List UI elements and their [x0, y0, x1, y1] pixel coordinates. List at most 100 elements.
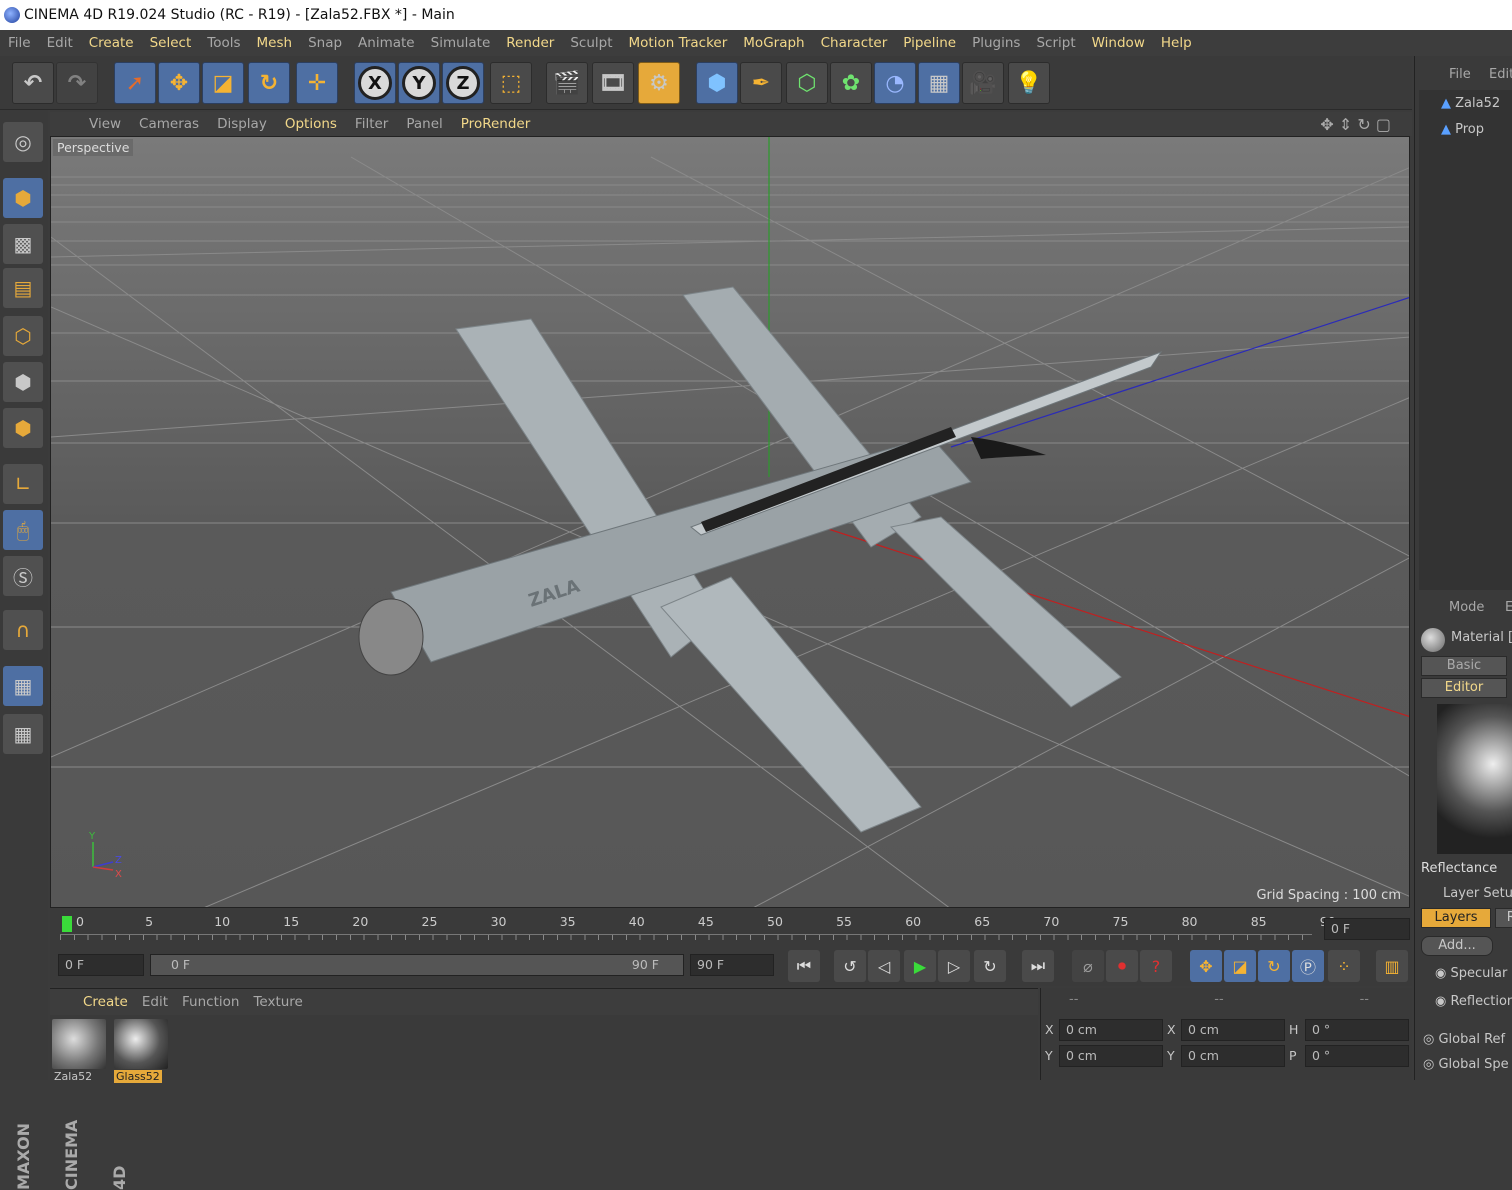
cloner-icon[interactable]: ✿ [830, 62, 872, 104]
redo-icon[interactable]: ↷ [56, 62, 98, 104]
tab-re[interactable]: Re [1495, 908, 1512, 928]
menu-render[interactable]: Render [498, 35, 562, 51]
keyframe-selection-icon[interactable]: ? [1140, 950, 1172, 982]
next-frame-icon[interactable]: ▷ [938, 950, 970, 982]
menu-mograph[interactable]: MoGraph [735, 35, 812, 51]
menu-tools[interactable]: Tools [199, 35, 248, 51]
points-mode-icon[interactable]: ⬡ [3, 316, 43, 356]
solo-mode-icon[interactable]: Ⓢ [3, 556, 43, 596]
tab-editor[interactable]: Editor [1421, 678, 1507, 698]
move-tool-icon[interactable]: ✥ [158, 62, 200, 104]
radio-icon[interactable]: ◎ [1423, 1032, 1434, 1047]
position-y-field[interactable]: 0 cm [1059, 1045, 1163, 1067]
attr-menu-e[interactable]: E [1505, 600, 1512, 615]
axis-mode-icon[interactable]: ∟ [3, 464, 43, 504]
edges-mode-icon[interactable]: ⬢ [3, 362, 43, 402]
menu-help[interactable]: Help [1153, 35, 1200, 51]
play-icon[interactable]: ▶ [904, 950, 936, 982]
object-row-zala52[interactable]: ▲ Zala52 [1441, 96, 1500, 111]
vp-menu-cameras[interactable]: Cameras [130, 116, 208, 132]
timeline-ruler[interactable]: 051015202530354045505560657075808590 0 F [50, 910, 1412, 946]
material-swatch-glass52[interactable]: Glass52 [114, 1019, 168, 1083]
workplane-mode-icon[interactable]: ▤ [3, 268, 43, 308]
tab-layers[interactable]: Layers [1421, 908, 1491, 928]
floor-object-icon[interactable]: ▦ [918, 62, 960, 104]
tweak-mode-icon[interactable]: 🖱 [3, 510, 43, 550]
make-editable-icon[interactable]: ◎ [3, 122, 43, 162]
vp-menu-options[interactable]: Options [276, 116, 346, 132]
z-axis-lock-icon[interactable]: Z [446, 66, 480, 100]
timeline-window-icon[interactable]: ▥ [1376, 950, 1408, 982]
global-reflection-row[interactable]: ◎ Global Ref [1423, 1032, 1505, 1047]
vp-menu-prorender[interactable]: ProRender [452, 116, 539, 132]
menu-mesh[interactable]: Mesh [249, 35, 301, 51]
menu-window[interactable]: Window [1084, 35, 1153, 51]
snap-magnet-icon[interactable]: ∩ [3, 610, 43, 650]
mat-menu-function[interactable]: Function [175, 994, 246, 1010]
global-specular-row[interactable]: ◎ Global Spe [1423, 1057, 1509, 1072]
record-active-icon[interactable]: ⌀ [1072, 950, 1104, 982]
undo-icon[interactable]: ↶ [12, 62, 54, 104]
menu-plugins[interactable]: Plugins [964, 35, 1028, 51]
y-axis-lock-icon[interactable]: Y [402, 66, 436, 100]
texture-mode-icon[interactable]: ▩ [3, 224, 43, 264]
current-frame-marker[interactable] [62, 916, 72, 932]
position-x-field[interactable]: 0 cm [1059, 1019, 1163, 1041]
menu-snap[interactable]: Snap [300, 35, 350, 51]
autokey-icon[interactable]: ⏺ [1106, 950, 1138, 982]
visibility-eye-icon[interactable]: ◉ [1435, 966, 1446, 981]
scale-tool-icon[interactable]: ◪ [202, 62, 244, 104]
polygons-mode-icon[interactable]: ⬢ [3, 408, 43, 448]
mat-menu-texture[interactable]: Texture [246, 994, 309, 1010]
key-pla-icon[interactable]: ⁘ [1328, 950, 1360, 982]
render-view-icon[interactable]: 🎬 [546, 62, 588, 104]
render-settings-icon[interactable]: ⚙ [638, 62, 680, 104]
layer-row-reflection[interactable]: ◉ Reflection [1435, 994, 1512, 1009]
mat-menu-edit[interactable]: Edit [135, 994, 175, 1010]
menu-edit[interactable]: Edit [39, 35, 81, 51]
light-icon[interactable]: 💡 [1008, 62, 1050, 104]
workplane-lock-icon[interactable]: ▦ [3, 666, 43, 706]
menu-motion-tracker[interactable]: Motion Tracker [621, 35, 736, 51]
menu-file[interactable]: File [0, 35, 39, 51]
vp-menu-panel[interactable]: Panel [397, 116, 451, 132]
workplane-align-icon[interactable]: ▦ [3, 714, 43, 754]
om-menu-edit[interactable]: Edit [1489, 67, 1512, 82]
layer-row-specular[interactable]: ◉ Specular [1435, 966, 1507, 981]
rotation-h-field[interactable]: 0 ° [1305, 1019, 1409, 1041]
go-to-end-icon[interactable]: ⏭ [1022, 950, 1054, 982]
size-x-field[interactable]: 0 cm [1181, 1019, 1285, 1041]
subdivision-surface-icon[interactable]: ⬡ [786, 62, 828, 104]
go-to-start-icon[interactable]: ⏮ [788, 950, 820, 982]
menu-create[interactable]: Create [81, 35, 142, 51]
live-selection-icon[interactable]: ➚ [114, 62, 156, 104]
rotate-tool-icon[interactable]: ↻ [248, 62, 290, 104]
coordinate-system-icon[interactable]: ⬚ [490, 62, 532, 104]
perspective-viewport[interactable]: ZALA Y Z X Perspective Grid Spacing : 10… [50, 136, 1410, 908]
key-rotation-icon[interactable]: ↻ [1258, 950, 1290, 982]
current-frame-field[interactable]: 0 F [1324, 918, 1410, 940]
material-swatch-zala52[interactable]: Zala52 [52, 1019, 106, 1083]
key-scale-icon[interactable]: ◪ [1224, 950, 1256, 982]
menu-character[interactable]: Character [813, 35, 896, 51]
end-frame-field[interactable]: 90 F [690, 954, 774, 976]
radio-icon[interactable]: ◎ [1423, 1057, 1434, 1072]
model-mode-icon[interactable]: ⬢ [3, 178, 43, 218]
vp-menu-view[interactable]: View [80, 116, 130, 132]
recent-tool-icon[interactable]: ✛ [296, 62, 338, 104]
object-row-prop[interactable]: ▲ Prop [1441, 122, 1484, 137]
visibility-eye-icon[interactable]: ◉ [1435, 994, 1446, 1009]
menu-simulate[interactable]: Simulate [423, 35, 499, 51]
vp-menu-display[interactable]: Display [208, 116, 276, 132]
menu-script[interactable]: Script [1028, 35, 1083, 51]
om-menu-file[interactable]: File [1449, 67, 1471, 82]
x-axis-lock-icon[interactable]: X [358, 66, 392, 100]
start-frame-field[interactable]: 0 F [58, 954, 144, 976]
key-parameter-icon[interactable]: Ⓟ [1292, 950, 1324, 982]
add-layer-button[interactable]: Add... [1421, 936, 1493, 956]
camera-icon[interactable]: 🎥 [962, 62, 1004, 104]
menu-select[interactable]: Select [142, 35, 200, 51]
previous-frame-icon[interactable]: ◁ [868, 950, 900, 982]
attr-menu-mode[interactable]: Mode [1449, 600, 1484, 615]
rotation-p-field[interactable]: 0 ° [1305, 1045, 1409, 1067]
